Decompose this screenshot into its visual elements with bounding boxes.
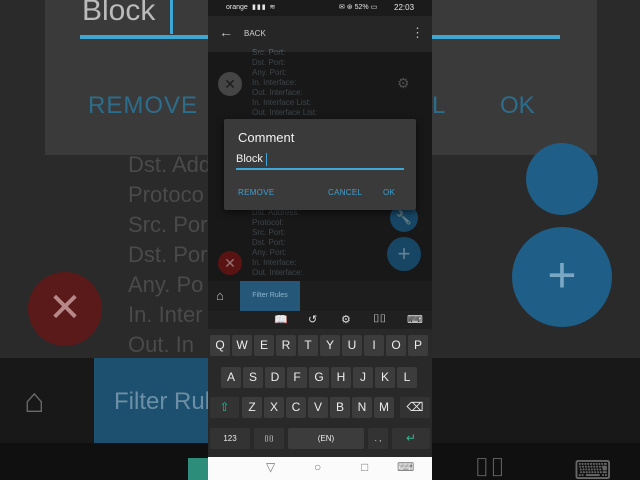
key-g[interactable]: G bbox=[309, 367, 329, 388]
bg-rule-line: In. Inter bbox=[128, 302, 203, 327]
bottom-tab-bar: ⌂ Filter Rules bbox=[208, 281, 432, 311]
bg-rule-line: Src. Por bbox=[128, 212, 208, 237]
bg-rule-list: Dst. Add Protoco Src. Por Dst. Por Any. … bbox=[128, 150, 211, 360]
key-c[interactable]: C bbox=[286, 397, 306, 418]
app-bar: ← BACK ⋮ bbox=[208, 16, 432, 52]
backspace-key-icon[interactable]: ⌫ bbox=[400, 397, 430, 418]
signal-wifi-icon: ▮▮▮ ≋ bbox=[252, 4, 277, 11]
bg-ok-label: OK bbox=[500, 92, 535, 119]
soft-keyboard: 📖 ↺ ⚙ ⌷⌷ ⌨ Q W E R T Y U I O P A S D F G… bbox=[208, 311, 432, 457]
dialog-title: Comment bbox=[238, 130, 295, 145]
comment-input-value[interactable]: Block bbox=[236, 153, 263, 165]
bg-rule-line: Dst. Add bbox=[128, 152, 212, 177]
more-options-icon[interactable]: ⋮ bbox=[411, 25, 424, 41]
bg-plus-fab: + bbox=[512, 227, 612, 327]
punctuation-key[interactable]: . , bbox=[368, 428, 388, 449]
key-v[interactable]: V bbox=[308, 397, 328, 418]
bg-rule-line: Out. In bbox=[128, 332, 195, 357]
comment-input[interactable]: Block bbox=[236, 151, 404, 170]
dictionary-icon[interactable]: 📖 bbox=[274, 313, 288, 326]
input-underline bbox=[236, 168, 404, 170]
space-key[interactable]: (EN) bbox=[288, 428, 364, 449]
keyboard-toolbar: 📖 ↺ ⚙ ⌷⌷ ⌨ bbox=[208, 311, 432, 329]
phone-screen: orange ▮▮▮ ≋ ✉ ⊛ 52% ▭ 22:03 ← BACK ⋮ Sr… bbox=[208, 0, 432, 480]
comment-dialog: Comment Block REMOVE CANCEL OK bbox=[224, 119, 416, 210]
remove-button[interactable]: REMOVE bbox=[238, 188, 274, 197]
key-f[interactable]: F bbox=[287, 367, 307, 388]
bg-remove-label: REMOVE bbox=[88, 92, 199, 119]
home-icon[interactable]: ⌂ bbox=[216, 288, 224, 303]
key-u[interactable]: U bbox=[342, 335, 362, 356]
key-r[interactable]: R bbox=[276, 335, 296, 356]
key-d[interactable]: D bbox=[265, 367, 285, 388]
bg-wrench-fab bbox=[526, 143, 598, 215]
key-s[interactable]: S bbox=[243, 367, 263, 388]
key-p[interactable]: P bbox=[408, 335, 428, 356]
carrier-label: orange bbox=[226, 4, 248, 11]
bg-rule-line: Any. Po bbox=[128, 272, 204, 297]
back-label[interactable]: BACK bbox=[244, 29, 266, 38]
text-caret bbox=[266, 153, 267, 166]
system-nav-bar: ▽ ○ □ ⌨ bbox=[208, 457, 432, 480]
bg-input-text: Block bbox=[82, 0, 156, 27]
barcode-key-icon[interactable]: ⌷⌷ bbox=[254, 428, 284, 449]
key-x[interactable]: X bbox=[264, 397, 284, 418]
key-j[interactable]: J bbox=[353, 367, 373, 388]
bg-remove-icon: ✕ bbox=[28, 272, 102, 346]
ok-button[interactable]: OK bbox=[383, 188, 395, 197]
numbers-key[interactable]: 123 bbox=[210, 428, 250, 449]
bg-keyboard-icon: ⌨ bbox=[574, 455, 612, 480]
key-q[interactable]: Q bbox=[210, 335, 230, 356]
status-icons: ✉ ⊛ 52% ▭ bbox=[339, 4, 378, 11]
bg-rule-line: Protoco bbox=[128, 182, 204, 207]
key-h[interactable]: H bbox=[331, 367, 351, 388]
key-k[interactable]: K bbox=[375, 367, 395, 388]
key-o[interactable]: O bbox=[386, 335, 406, 356]
status-bar: orange ▮▮▮ ≋ ✉ ⊛ 52% ▭ 22:03 bbox=[208, 0, 432, 16]
bg-filter-tab: Filter Rul bbox=[94, 358, 212, 443]
key-y[interactable]: Y bbox=[320, 335, 340, 356]
key-t[interactable]: T bbox=[298, 335, 318, 356]
bg-rule-line: Dst. Por bbox=[128, 242, 208, 267]
history-icon[interactable]: ↺ bbox=[308, 313, 317, 326]
key-m[interactable]: M bbox=[374, 397, 394, 418]
key-l[interactable]: L bbox=[397, 367, 417, 388]
nav-back-icon[interactable]: ▽ bbox=[266, 460, 275, 474]
key-i[interactable]: I bbox=[364, 335, 384, 356]
enter-key-icon[interactable]: ↵ bbox=[392, 428, 430, 449]
bg-barcode-icon: ⌷⌷ bbox=[474, 452, 506, 480]
keyboard-settings-icon[interactable]: ⚙ bbox=[341, 313, 351, 326]
clock: 22:03 bbox=[394, 3, 415, 12]
key-a[interactable]: A bbox=[221, 367, 241, 388]
cancel-button[interactable]: CANCEL bbox=[328, 188, 362, 197]
nav-home-icon[interactable]: ○ bbox=[314, 460, 321, 474]
keyboard-switch-icon[interactable]: ⌨ bbox=[407, 313, 423, 326]
tab-filter-rules[interactable]: Filter Rules bbox=[240, 281, 300, 311]
bg-home-icon: ⌂ bbox=[24, 382, 45, 420]
barcode-icon[interactable]: ⌷⌷ bbox=[373, 313, 386, 326]
key-n[interactable]: N bbox=[352, 397, 372, 418]
nav-recents-icon[interactable]: □ bbox=[361, 460, 368, 474]
key-b[interactable]: B bbox=[330, 397, 350, 418]
nav-keyboard-icon[interactable]: ⌨ bbox=[397, 460, 414, 474]
bg-caret bbox=[170, 0, 173, 34]
key-w[interactable]: W bbox=[232, 335, 252, 356]
bg-partial-label: L bbox=[432, 92, 446, 119]
shift-key-icon[interactable]: ⇧ bbox=[210, 397, 239, 418]
back-arrow-icon[interactable]: ← bbox=[219, 24, 233, 40]
key-e[interactable]: E bbox=[254, 335, 274, 356]
key-z[interactable]: Z bbox=[242, 397, 262, 418]
